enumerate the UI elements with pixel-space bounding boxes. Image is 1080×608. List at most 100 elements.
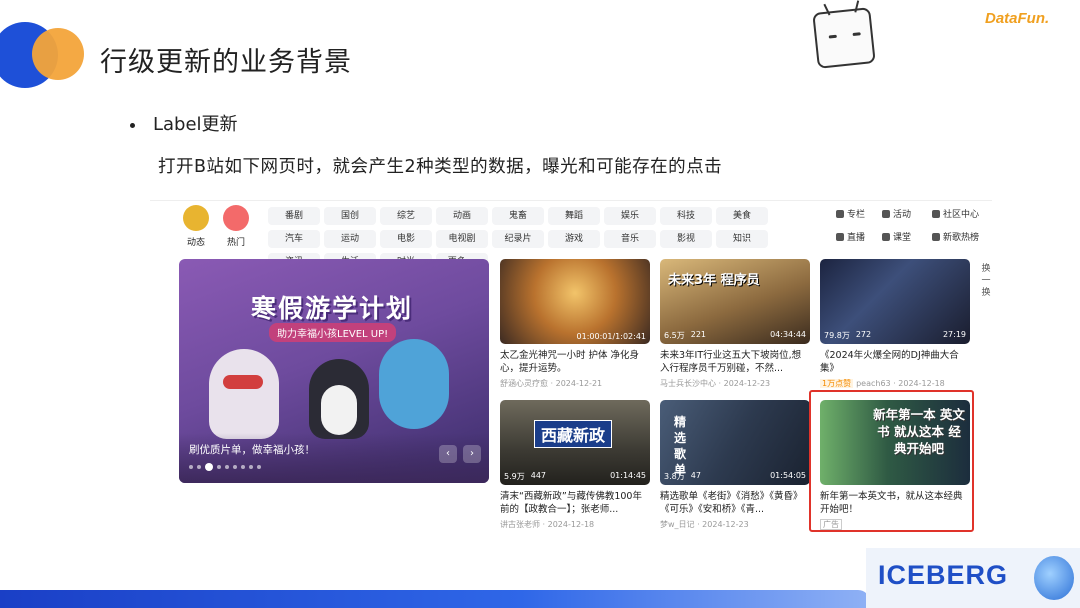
channel-chip[interactable]: 音乐: [604, 230, 656, 248]
carousel-dot[interactable]: [233, 465, 237, 469]
bullet-dot: [130, 122, 135, 128]
channel-chip[interactable]: 综艺: [380, 207, 432, 225]
video-duration: 04:34:44: [770, 330, 806, 339]
carousel-dot[interactable]: [257, 465, 261, 469]
refresh-button[interactable]: 换一换: [980, 263, 992, 299]
video-thumbnail[interactable]: 79.8万 272 27:19: [820, 259, 970, 344]
carousel-dot-active[interactable]: [205, 463, 213, 471]
carousel-dots: [189, 463, 261, 471]
video-card[interactable]: 79.8万 272 27:19 《2024年火爆全网的DJ神曲大合集》 1万点赞…: [820, 259, 970, 389]
slide-description: 打开B站如下网页时，就会产生2种类型的数据，曝光和可能存在的点击: [158, 157, 723, 177]
video-title[interactable]: 《2024年火爆全网的DJ神曲大合集》: [820, 349, 970, 375]
side-link-label: 专栏: [847, 210, 866, 220]
video-title[interactable]: 太乙金光神咒一小时 护体 净化身心，提升运势。: [500, 349, 650, 375]
view-count: 3.8万: [664, 472, 685, 481]
side-link[interactable]: 社区中心: [932, 207, 992, 220]
thumb-stats: 3.8万 47 01:54:05: [664, 471, 806, 482]
penguin-figure: [309, 359, 369, 439]
channel-chip[interactable]: 运动: [324, 230, 376, 248]
video-title[interactable]: 清末“西藏新政”与藏传佛教100年前的【政教合一】；张老师...: [500, 490, 650, 516]
like-badge: 1万点赞: [820, 379, 854, 388]
prev-arrow-icon[interactable]: ‹: [439, 445, 457, 463]
channel-chip[interactable]: 游戏: [548, 230, 600, 248]
channel-chip[interactable]: 番剧: [268, 207, 320, 225]
channel-chip[interactable]: 娱乐: [604, 207, 656, 225]
datafun-logo: DataFun.: [985, 10, 1050, 27]
primary-nav: 动态 热门: [176, 205, 256, 249]
video-meta[interactable]: 马士兵长沙中心 · 2024-12-23: [660, 378, 810, 389]
carousel-dot[interactable]: [217, 465, 221, 469]
video-meta[interactable]: 舒涵心灵疗愈 · 2024-12-21: [500, 378, 650, 389]
side-link[interactable]: 专栏: [836, 207, 878, 220]
side-link-label: 课堂: [893, 233, 912, 243]
slide-logo-circles: [0, 22, 92, 92]
video-meta[interactable]: 梦w_日记 · 2024-12-23: [660, 519, 810, 530]
carousel-dot[interactable]: [249, 465, 253, 469]
side-link[interactable]: 直播: [836, 230, 878, 243]
video-meta[interactable]: 讲古张老师 · 2024-12-18: [500, 519, 650, 530]
side-link[interactable]: 课堂: [882, 230, 928, 243]
footer-gradient-bar: [0, 590, 870, 608]
video-meta[interactable]: 1万点赞 peach63 · 2024-12-18: [820, 378, 970, 389]
view-count: 79.8万: [824, 331, 850, 340]
banner-carousel[interactable]: 寒假游学计划 助力幸福小孩LEVEL UP! 刷优质片单，做幸福小孩！ ‹ ›: [179, 259, 489, 483]
cartoon-figure: [379, 339, 449, 429]
iceberg-gem-icon: [1034, 556, 1074, 600]
fire-icon: [223, 205, 249, 231]
video-card[interactable]: 精选歌单 3.8万 47 01:54:05 精选歌单《老街》《消愁》《黄昏》《可…: [660, 400, 810, 530]
thumb-stats: 5.9万 447 01:14:45: [504, 471, 646, 482]
channel-chip[interactable]: 科技: [660, 207, 712, 225]
channel-chip[interactable]: 电影: [380, 230, 432, 248]
banner-caption: 刷优质片单，做幸福小孩！: [189, 444, 315, 456]
carousel-dot[interactable]: [225, 465, 229, 469]
carousel-dot[interactable]: [197, 465, 201, 469]
channel-chip[interactable]: 电视剧: [436, 230, 488, 248]
nav-dynamic[interactable]: 动态: [176, 205, 216, 248]
column-icon: [836, 210, 844, 218]
channel-chip[interactable]: 舞蹈: [548, 207, 600, 225]
video-card[interactable]: 未来3年 程序员 6.5万 221 04:34:44 未来3年IT行业这五大下坡…: [660, 259, 810, 389]
nav-hot-label: 热门: [226, 238, 245, 248]
comment-count: 447: [530, 471, 547, 480]
side-link[interactable]: 新歌热榜: [932, 230, 992, 243]
video-duration: 01:00:01/1:02:41: [576, 332, 646, 341]
channel-chip[interactable]: 纪录片: [492, 230, 544, 248]
thumb-overlay-text: 西藏新政: [534, 420, 613, 448]
banner-title: 寒假游学计划: [251, 294, 414, 323]
video-thumbnail[interactable]: 未来3年 程序员 6.5万 221 04:34:44: [660, 259, 810, 344]
carousel-dot[interactable]: [189, 465, 193, 469]
channel-chip[interactable]: 鬼畜: [492, 207, 544, 225]
bullet-text: Label更新: [153, 114, 238, 135]
channel-chip[interactable]: 国创: [324, 207, 376, 225]
slide-title: 行级更新的业务背景: [100, 47, 352, 78]
highlight-box: [809, 390, 974, 532]
side-links: 专栏 活动 社区中心 直播 课堂 新歌热榜: [836, 207, 992, 243]
view-count: 5.9万: [504, 472, 525, 481]
nav-hot[interactable]: 热门: [216, 205, 256, 248]
music-chart-icon: [932, 233, 940, 241]
refresh-label: 换一换: [981, 264, 991, 298]
side-link-label: 活动: [893, 210, 912, 220]
carousel-dot[interactable]: [241, 465, 245, 469]
video-thumbnail[interactable]: 西藏新政 5.9万 447 01:14:45: [500, 400, 650, 485]
channel-chip[interactable]: 动画: [436, 207, 488, 225]
next-arrow-icon[interactable]: ›: [463, 445, 481, 463]
side-link-label: 直播: [847, 233, 866, 243]
comment-count: 47: [690, 471, 701, 480]
video-duration: 27:19: [942, 330, 966, 339]
nav-dynamic-label: 动态: [186, 238, 205, 248]
video-title[interactable]: 未来3年IT行业这五大下坡岗位,想入行程序员千万别碰，不然...: [660, 349, 810, 375]
comment-count: 221: [690, 330, 707, 339]
channel-chip[interactable]: 美食: [716, 207, 768, 225]
video-thumbnail[interactable]: 精选歌单 3.8万 47 01:54:05: [660, 400, 810, 485]
video-card[interactable]: 西藏新政 5.9万 447 01:14:45 清末“西藏新政”与藏传佛教100年…: [500, 400, 650, 530]
course-icon: [882, 233, 890, 241]
channel-chip[interactable]: 知识: [716, 230, 768, 248]
video-title[interactable]: 精选歌单《老街》《消愁》《黄昏》《可乐》《安和桥》《青...: [660, 490, 810, 516]
video-thumbnail[interactable]: 01:00:01/1:02:41: [500, 259, 650, 344]
side-link[interactable]: 活动: [882, 207, 928, 220]
channel-chip[interactable]: 影视: [660, 230, 712, 248]
video-card[interactable]: 01:00:01/1:02:41 太乙金光神咒一小时 护体 净化身心，提升运势。…: [500, 259, 650, 389]
channel-chip[interactable]: 汽车: [268, 230, 320, 248]
side-link-label: 社区中心: [943, 210, 980, 220]
